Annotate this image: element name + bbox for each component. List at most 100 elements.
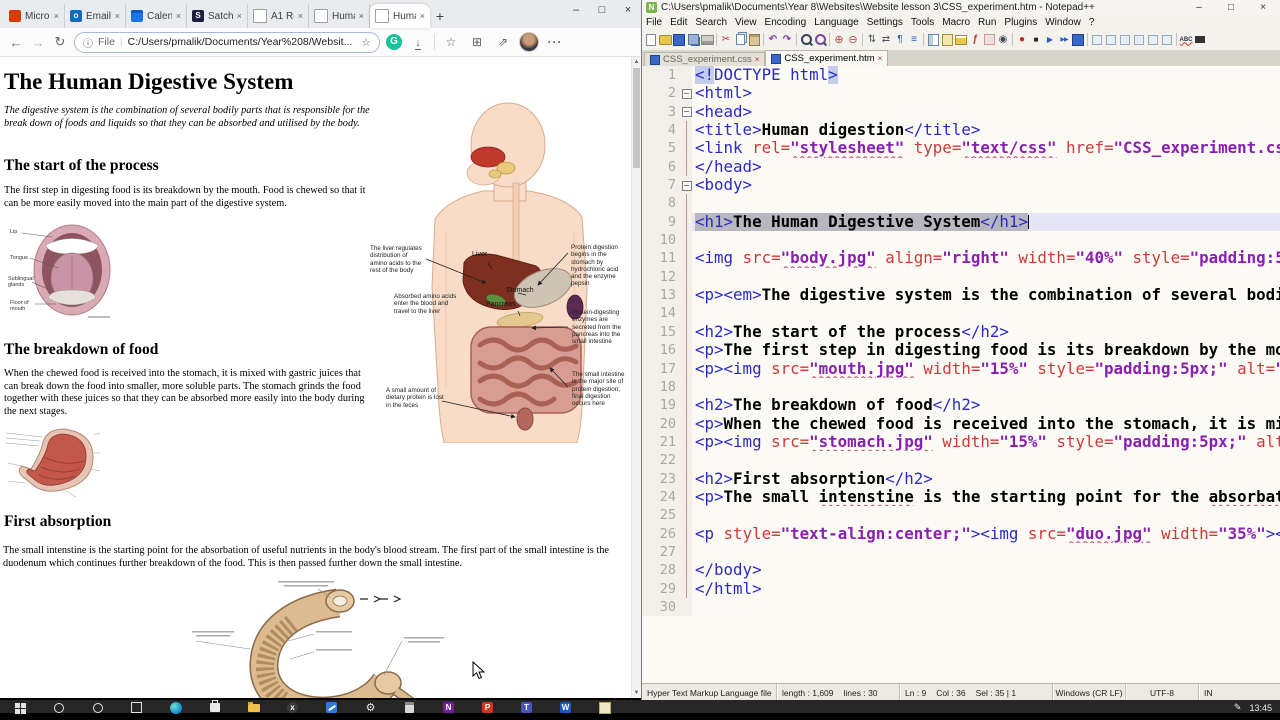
taskbar-search-icon[interactable] [39,701,78,714]
code-line-1[interactable]: 1 <!DOCTYPE html> [642,66,1280,85]
find-icon[interactable] [799,32,813,48]
code-text[interactable]: </head> [692,158,1280,176]
tab-close-icon[interactable]: × [298,11,303,21]
code-text[interactable]: <html> [692,84,1280,102]
browser-tab-1[interactable]: Micros × [4,4,65,28]
taskbar-word-icon[interactable]: W [546,701,585,714]
code-text[interactable]: <img src="body.jpg" align="right" width=… [692,249,1280,267]
filebrowser-icon[interactable] [954,32,968,48]
taskbar-wb-icon[interactable] [312,701,351,714]
menu-run[interactable]: Run [974,17,1000,28]
code-text[interactable]: <p><img src="stomach.jpg" width="15%" st… [692,433,1280,451]
taskbar-edge-icon[interactable] [156,701,195,714]
dark-icon[interactable] [1193,32,1207,48]
code-text[interactable] [692,231,1280,249]
code-line-24[interactable]: 24 <p>The small intenstine is the startin… [642,487,1280,507]
download-icon[interactable]: ↓ [408,35,428,50]
code-line-30[interactable]: 30 [642,597,1280,617]
code-line-27[interactable]: 27 [642,542,1280,562]
menu-tools[interactable]: Tools [907,17,938,28]
taskbar-onenote-icon[interactable]: N [429,701,468,714]
replace-icon[interactable] [813,32,827,48]
code-text[interactable] [692,304,1280,322]
code-line-6[interactable]: 6 </head> [642,157,1280,177]
code-text[interactable]: <body> [692,176,1280,194]
notepad-maximize-button[interactable]: □ [1217,0,1245,15]
code-line-26[interactable]: 26 <p style="text-align:center;"><img src… [642,524,1280,544]
code-line-15[interactable]: 15 <h2>The start of the process</h2> [642,322,1280,342]
stop-icon[interactable] [1029,32,1043,48]
play-icon[interactable] [1043,32,1057,48]
browser-tab-3[interactable]: Calend × [126,4,187,28]
funclist-icon[interactable] [940,32,954,48]
code-editor[interactable]: 1 <!DOCTYPE html> 2 <html> 3 <head> 4 <title>Hu… [642,66,1280,683]
back-icon[interactable]: ← [8,35,24,50]
code-line-2[interactable]: 2 <html> [642,84,1280,103]
code-text[interactable]: <!DOCTYPE html> [692,66,1280,84]
status-encoding[interactable]: UTF-8 [1126,684,1199,701]
bookmark-star-icon[interactable]: ☆ [361,36,371,49]
code-text[interactable]: <title>Human digestion</title> [692,121,1280,139]
code-line-4[interactable]: 4 <title>Human digestion</title> [642,121,1280,140]
code-line-21[interactable]: 21 <p><img src="stomach.jpg" width="15%" … [642,432,1280,452]
code-text[interactable]: <p>The small intenstine is the starting … [692,488,1280,506]
open-icon[interactable] [658,32,672,48]
status-eol[interactable]: Windows (CR LF) [1053,684,1126,701]
guide-icon[interactable] [907,32,921,48]
browser-tab-6[interactable]: Human × [309,4,370,28]
menu-help[interactable]: ? [1085,17,1099,28]
browser-tab-2[interactable]: o Email - × [65,4,126,28]
code-text[interactable]: <h2>First absorption</h2> [692,470,1280,488]
taskbar-gear-icon[interactable]: ⚙ [351,701,390,714]
menu-settings[interactable]: Settings [863,17,907,28]
syncv-icon[interactable] [865,32,879,48]
collections-icon[interactable]: ⊞ [467,35,487,49]
taskbar-folder-icon[interactable] [234,701,273,714]
code-line-13[interactable]: 13 <p><em>The digestive system is the com… [642,286,1280,305]
taskbar-store-icon[interactable] [195,700,234,714]
scrollbar-thumb[interactable] [633,68,640,168]
saveall-icon[interactable] [686,32,700,48]
code-line-14[interactable]: 14 [642,304,1280,324]
code-text[interactable] [692,543,1280,561]
code-text[interactable]: <p>The first step in digesting food is i… [692,341,1280,359]
code-line-12[interactable]: 12 [642,267,1280,287]
browser-tab-4[interactable]: S Satche × [187,4,248,28]
copy-icon[interactable] [733,32,747,48]
code-line-10[interactable]: 10 [642,231,1280,250]
code-line-28[interactable]: 28 </body> [642,561,1280,580]
doc-tab-CSS_experiment.css[interactable]: CSS_experiment.css × [644,52,766,66]
new-icon[interactable] [644,32,658,48]
pp-icon[interactable] [1118,32,1132,48]
browser-scrollbar[interactable]: ▲ ▼ [631,57,641,698]
code-text[interactable]: </body> [692,561,1280,579]
taskbar-ppt-icon[interactable]: P [468,701,507,714]
menu-file[interactable]: File [642,17,666,28]
status-insert-mode[interactable]: IN [1199,684,1280,701]
tab-close-icon[interactable]: × [237,11,242,21]
code-line-16[interactable]: 16 <p>The first step in digesting food is… [642,341,1280,360]
new-tab-button[interactable]: + [430,8,450,24]
zoomout-icon[interactable] [846,32,860,48]
menu-view[interactable]: View [731,17,761,28]
scrollbar-up-icon[interactable]: ▲ [632,59,641,65]
synch-icon[interactable] [879,32,893,48]
code-line-17[interactable]: 17 <p><img src="mouth.jpg" width="15%" st… [642,359,1280,379]
code-line-3[interactable]: 3 <head> [642,102,1280,122]
code-text[interactable]: </html> [692,580,1280,598]
playmulti-icon[interactable] [1057,32,1071,48]
code-text[interactable]: <p><em>The digestive system is the combi… [692,286,1280,304]
browser-tab-5[interactable]: A1 Res × [248,4,309,28]
save-icon[interactable] [672,32,686,48]
menu-macro[interactable]: Macro [938,17,974,28]
code-text[interactable]: <p style="text-align:center;"><img src="… [692,525,1280,543]
doc-tab-close-icon[interactable]: × [755,55,760,64]
pp-icon[interactable] [1146,32,1160,48]
maximize-button[interactable]: □ [589,0,615,20]
rec-icon[interactable] [1015,32,1029,48]
cut-icon[interactable] [719,32,733,48]
paste-icon[interactable] [747,32,761,48]
zoomin-icon[interactable] [832,32,846,48]
taskbar-calc-icon[interactable] [390,701,429,714]
pp-icon[interactable] [1104,32,1118,48]
